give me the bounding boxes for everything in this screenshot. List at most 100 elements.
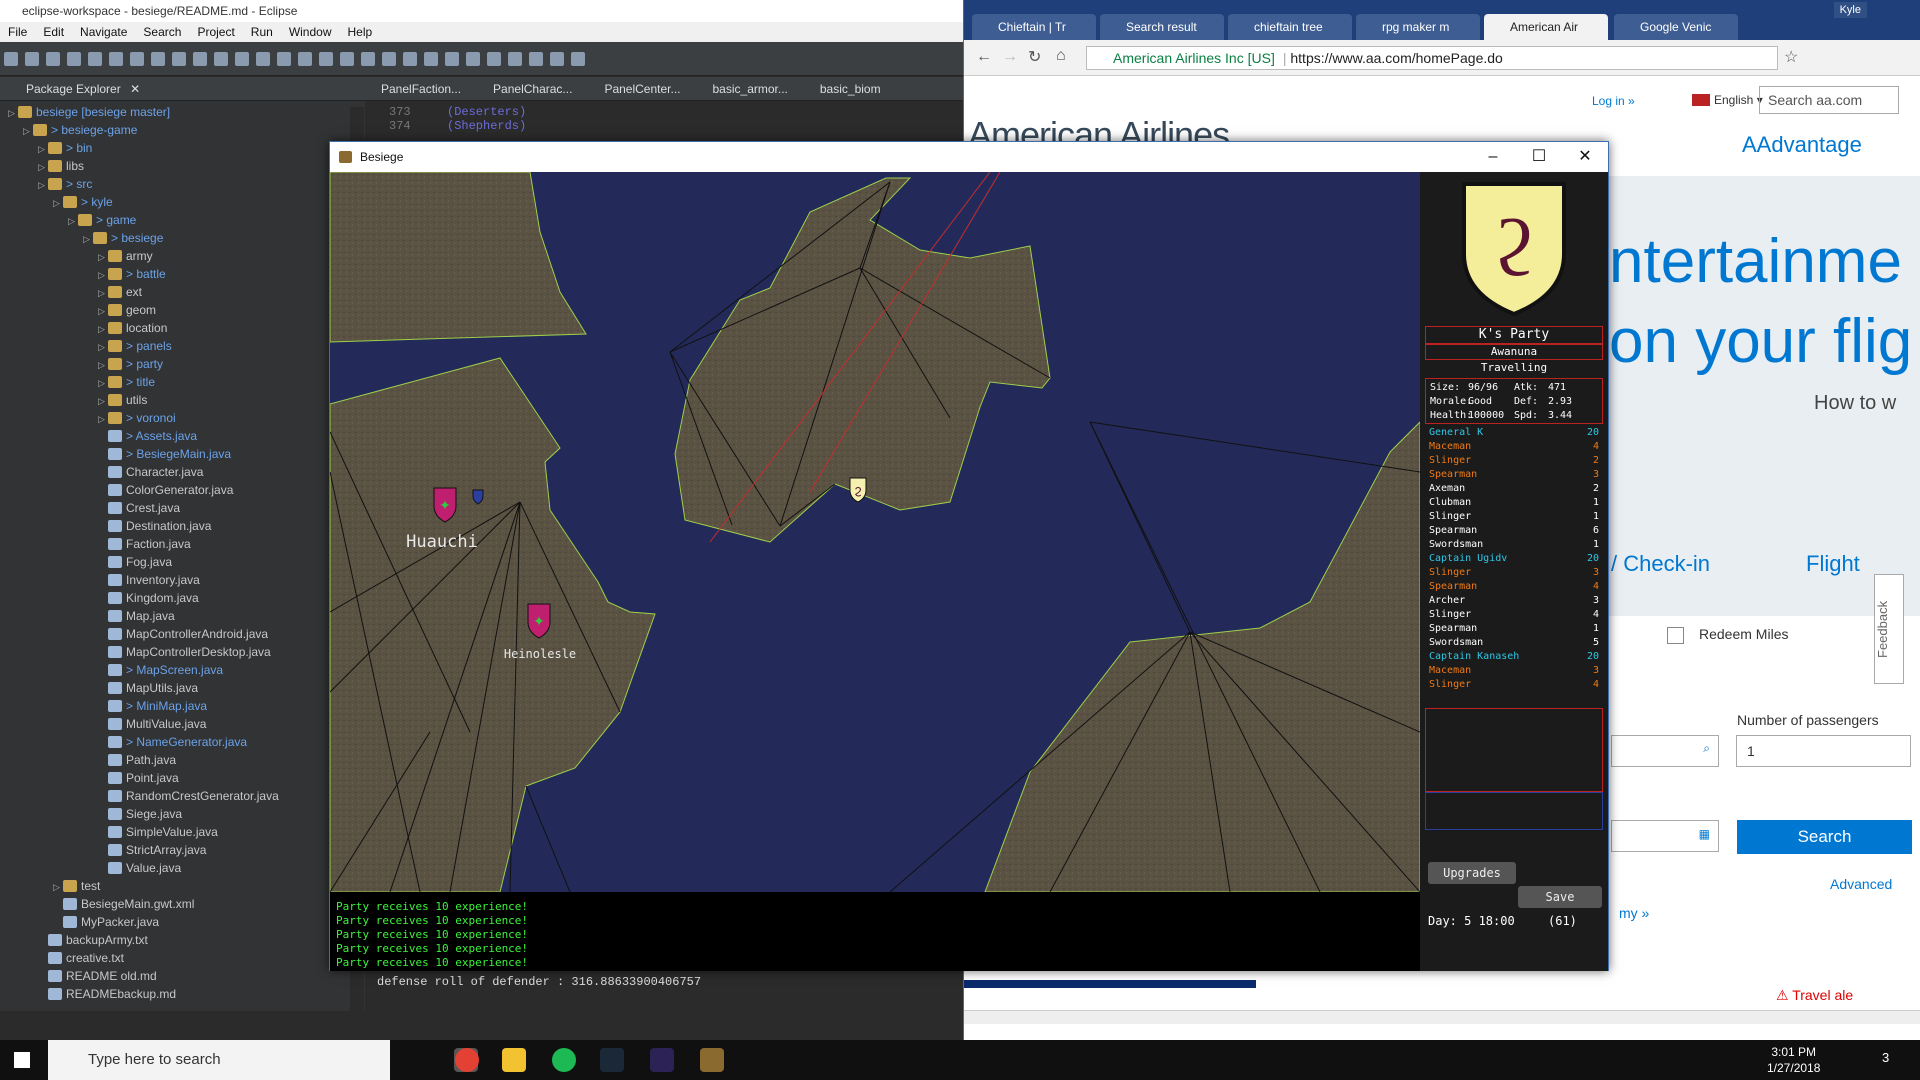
tree-item[interactable]: creative.txt (0, 949, 365, 967)
editor-tab[interactable]: PanelCharac... (477, 77, 588, 100)
troop-row[interactable]: Slinger 4 (1425, 608, 1603, 622)
back-icon[interactable]: ← (976, 48, 992, 66)
browser-tab[interactable]: rpg maker m (1356, 14, 1480, 40)
close-icon[interactable]: ✕ (130, 82, 140, 96)
tree-item[interactable]: > Assets.java (0, 427, 365, 445)
steam-icon[interactable] (600, 1048, 624, 1072)
toolbar-icon[interactable] (466, 52, 480, 66)
windows-start-icon[interactable] (14, 1052, 30, 1068)
tree-item[interactable]: ▷ > panels (0, 337, 365, 355)
flight-search-button[interactable]: Search (1737, 820, 1912, 854)
editor-tab[interactable]: basic_armor... (697, 77, 804, 100)
tree-item[interactable]: ▷ > kyle (0, 193, 365, 211)
file-explorer-icon[interactable] (502, 1048, 526, 1072)
editor-tab[interactable]: PanelCenter... (588, 77, 696, 100)
expand-icon[interactable]: ▷ (98, 266, 108, 284)
redeem-miles-checkbox[interactable] (1667, 627, 1684, 644)
expand-icon[interactable]: ▷ (98, 356, 108, 374)
toolbar-icon[interactable] (25, 52, 39, 66)
notification-icon[interactable]: 3 (1882, 1050, 1889, 1065)
toolbar-icon[interactable] (88, 52, 102, 66)
troop-row[interactable]: Maceman 4 (1425, 440, 1603, 454)
toolbar-icon[interactable] (403, 52, 417, 66)
toolbar-icon[interactable] (298, 52, 312, 66)
tree-item[interactable]: READMEbackup.md (0, 985, 365, 1003)
expand-icon[interactable]: ▷ (53, 878, 63, 896)
expand-icon[interactable]: ▷ (98, 410, 108, 428)
expand-icon[interactable]: ▷ (23, 122, 33, 140)
browser-tab[interactable]: Chieftain | Tr (972, 14, 1096, 40)
date-field[interactable]: ▦ (1611, 820, 1719, 852)
menu-help[interactable]: Help (348, 25, 373, 39)
troop-row[interactable]: General K 20 (1425, 426, 1603, 440)
tree-item[interactable]: ▷ > game (0, 211, 365, 229)
menu-window[interactable]: Window (289, 25, 332, 39)
tree-item[interactable]: Siege.java (0, 805, 365, 823)
tree-item[interactable]: ▷ > src (0, 175, 365, 193)
home-icon[interactable]: ⌂ (1056, 47, 1066, 65)
tree-item[interactable]: ▷ besiege [besiege master] (0, 103, 365, 121)
destination-field[interactable]: ⌕ (1611, 735, 1719, 767)
nav-aadvantage[interactable]: AAdvantage (1742, 132, 1862, 158)
toolbar-icon[interactable] (571, 52, 585, 66)
system-clock[interactable]: 3:01 PM 1/27/2018 (1767, 1044, 1820, 1076)
site-search-input[interactable]: Search aa.com (1759, 86, 1899, 114)
browser-tab[interactable]: chieftain tree (1228, 14, 1352, 40)
expand-icon[interactable]: ▷ (68, 212, 78, 230)
menu-project[interactable]: Project (197, 25, 234, 39)
expand-icon[interactable]: ▷ (98, 392, 108, 410)
expand-icon[interactable]: ▷ (53, 194, 63, 212)
tree-item[interactable]: > NameGenerator.java (0, 733, 365, 751)
tree-item[interactable]: ▷ test (0, 877, 365, 895)
toolbar-icon[interactable] (151, 52, 165, 66)
eclipse-icon[interactable] (650, 1048, 674, 1072)
troop-row[interactable]: Slinger 2 (1425, 454, 1603, 468)
troop-row[interactable]: Captain Ugidv 20 (1425, 552, 1603, 566)
tree-item[interactable]: MapUtils.java (0, 679, 365, 697)
troop-row[interactable]: Spearman 6 (1425, 524, 1603, 538)
tree-item[interactable]: ▷ libs (0, 157, 365, 175)
menu-navigate[interactable]: Navigate (80, 25, 127, 39)
profile-button[interactable]: Kyle (1833, 2, 1867, 18)
toolbar-icon[interactable] (46, 52, 60, 66)
chrome-icon[interactable] (455, 1048, 479, 1072)
taskbar-search[interactable]: Type here to search (48, 1040, 390, 1080)
package-explorer-tab[interactable]: Package Explorer ✕ (0, 77, 365, 101)
menu-file[interactable]: File (8, 25, 27, 39)
troop-row[interactable]: Archer 3 (1425, 594, 1603, 608)
tree-item[interactable]: ▷ army (0, 247, 365, 265)
maximize-icon[interactable]: ☐ (1516, 142, 1562, 172)
forward-icon[interactable]: → (1002, 48, 1018, 66)
spotify-icon[interactable] (552, 1048, 576, 1072)
tree-item[interactable]: StrictArray.java (0, 841, 365, 859)
tree-item[interactable]: Map.java (0, 607, 365, 625)
tree-item[interactable]: Point.java (0, 769, 365, 787)
tree-item[interactable]: RandomCrestGenerator.java (0, 787, 365, 805)
troop-row[interactable]: Spearman 1 (1425, 622, 1603, 636)
tree-item[interactable]: Path.java (0, 751, 365, 769)
tree-item[interactable]: MyPacker.java (0, 913, 365, 931)
tree-item[interactable]: ▷ > voronoi (0, 409, 365, 427)
toolbar-icon[interactable] (424, 52, 438, 66)
tab-check-in[interactable]: / Check-in (1611, 551, 1710, 577)
troop-row[interactable]: Clubman 1 (1425, 496, 1603, 510)
expand-icon[interactable]: ▷ (98, 284, 108, 302)
tree-item[interactable]: README old.md (0, 967, 365, 985)
expand-icon[interactable]: ▷ (38, 176, 48, 194)
tree-item[interactable]: ▷ > party (0, 355, 365, 373)
tree-item[interactable]: Faction.java (0, 535, 365, 553)
feedback-tab[interactable]: Feedback (1874, 574, 1904, 684)
tree-item[interactable]: Inventory.java (0, 571, 365, 589)
troop-row[interactable]: Slinger 3 (1425, 566, 1603, 580)
toolbar-icon[interactable] (214, 52, 228, 66)
tree-item[interactable]: > MiniMap.java (0, 697, 365, 715)
tree-item[interactable]: ▷ ext (0, 283, 365, 301)
travel-alert-link[interactable]: ⚠ Travel ale (1776, 987, 1853, 1004)
map-canvas[interactable]: ϩ ✦ ✦ Huauchi Heinolesle (330, 172, 1420, 892)
tree-item[interactable]: > MapScreen.java (0, 661, 365, 679)
toolbar-icon[interactable] (529, 52, 543, 66)
tree-item[interactable]: ▷ > besiege (0, 229, 365, 247)
toolbar-icon[interactable] (193, 52, 207, 66)
toolbar-icon[interactable] (361, 52, 375, 66)
toolbar-icon[interactable] (445, 52, 459, 66)
